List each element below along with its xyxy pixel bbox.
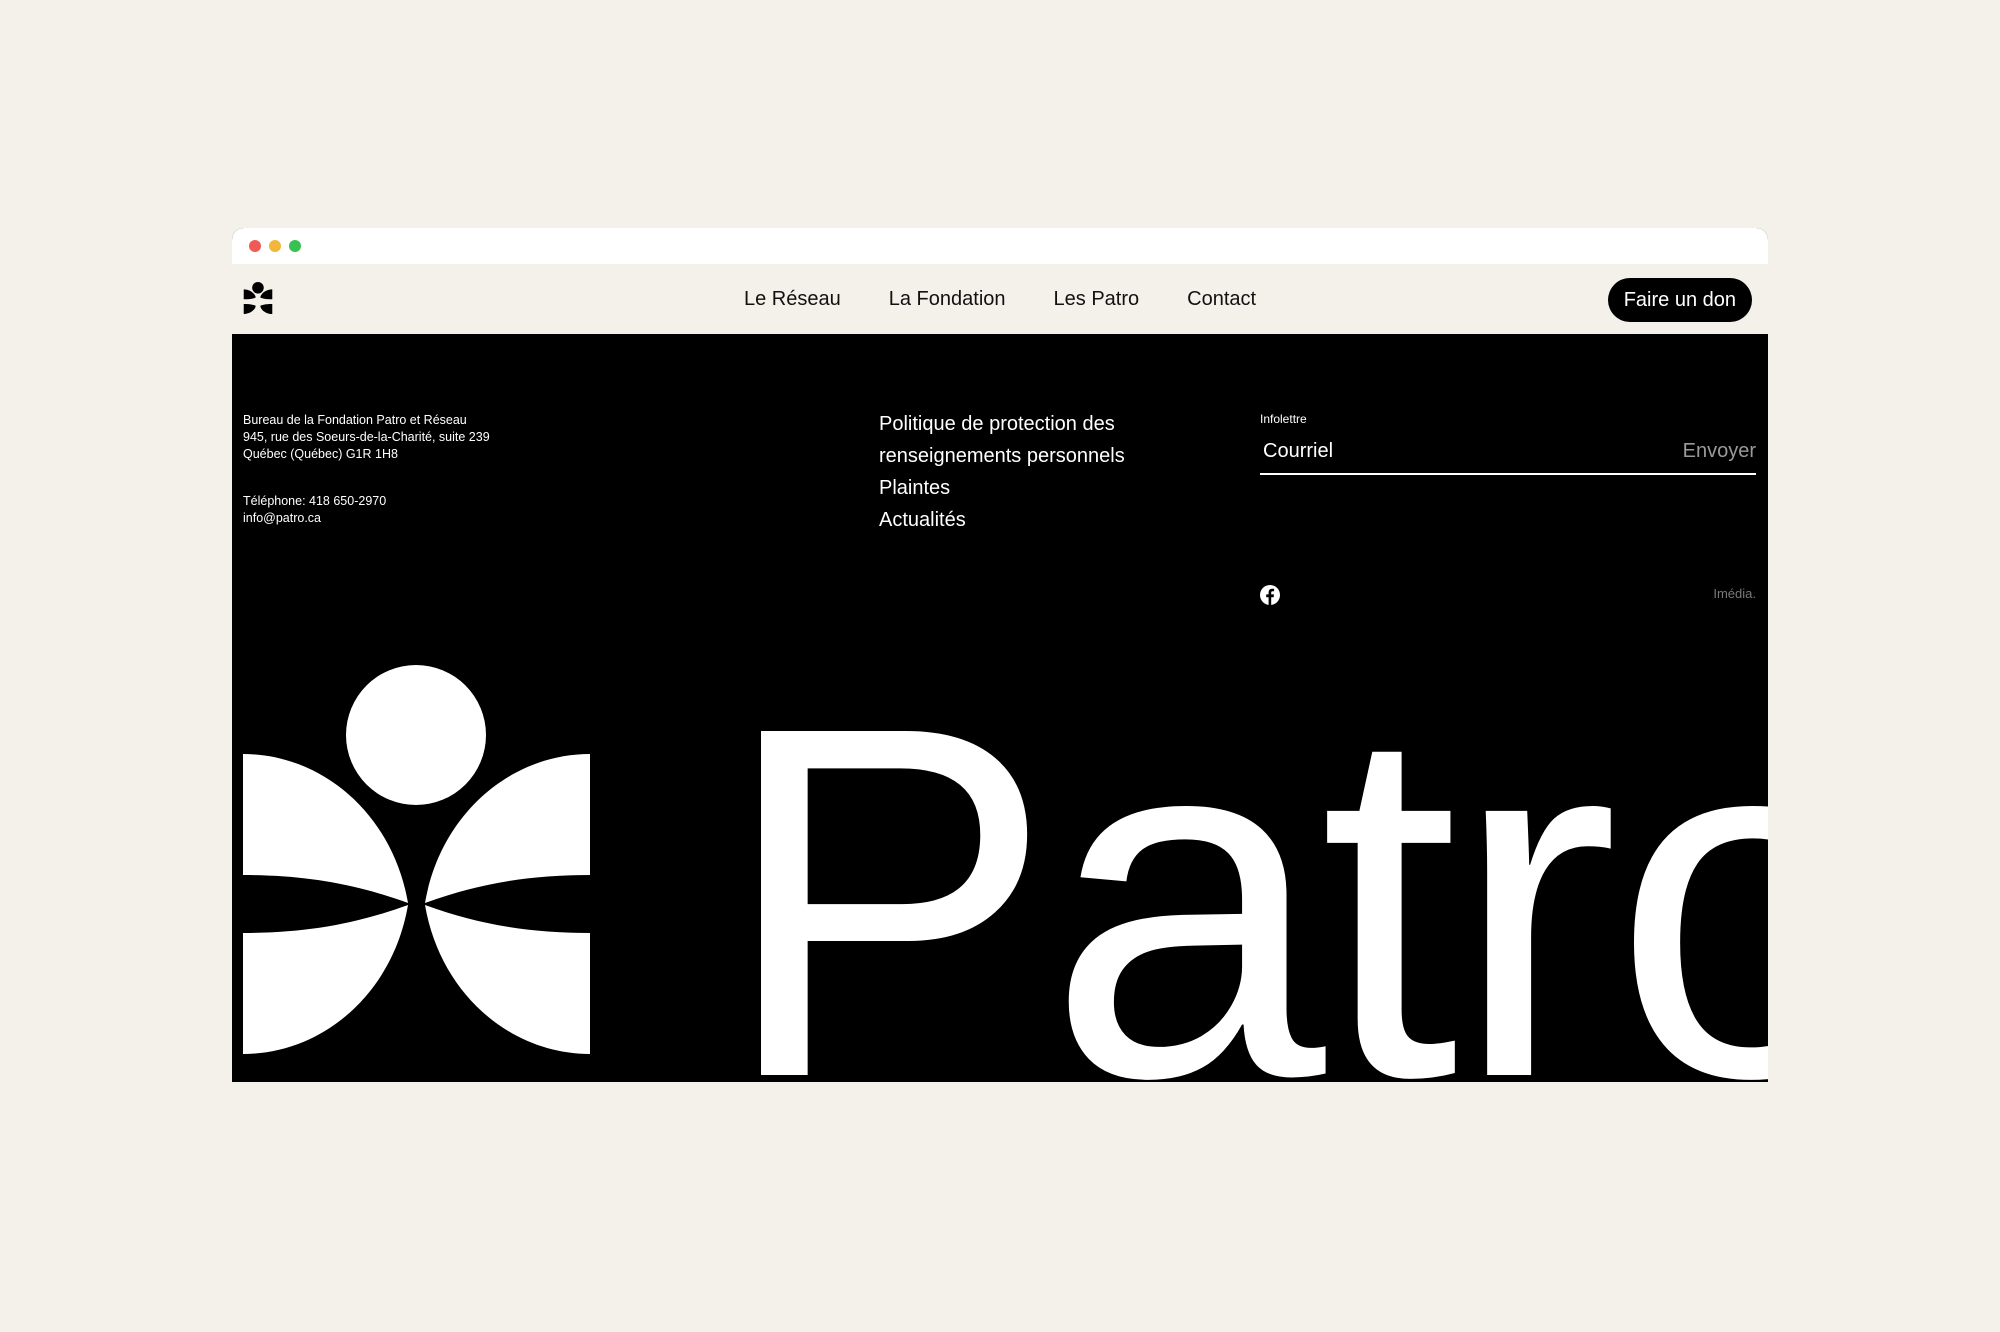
address-block: Bureau de la Fondation Patro et Réseau 9… bbox=[243, 412, 490, 527]
send-button[interactable]: Envoyer bbox=[1683, 440, 1756, 463]
contact-block: Téléphone: 418 650-2970 info@patro.ca bbox=[243, 493, 490, 527]
browser-window: Le Réseau La Fondation Les Patro Contact… bbox=[232, 228, 1768, 1082]
patro-logo-large-icon bbox=[243, 665, 590, 1054]
footer-links: Politique de protection des renseignemen… bbox=[879, 408, 1149, 536]
donate-button[interactable]: Faire un don bbox=[1607, 278, 1752, 322]
newsletter-label: Infolettre bbox=[1260, 412, 1307, 426]
complaints-link[interactable]: Plaintes bbox=[879, 472, 1149, 504]
agency-credit-link[interactable]: Imédia. bbox=[1713, 586, 1756, 601]
nav-link-le-reseau[interactable]: Le Réseau bbox=[744, 288, 841, 311]
nav-link-contact[interactable]: Contact bbox=[1187, 288, 1256, 311]
phone-number: Téléphone: 418 650-2970 bbox=[243, 494, 387, 508]
address-line: 945, rue des Soeurs-de-la-Charité, suite… bbox=[243, 430, 490, 444]
nav-link-les-patro[interactable]: Les Patro bbox=[1054, 288, 1140, 311]
main-navigation: Le Réseau La Fondation Les Patro Contact bbox=[744, 264, 1256, 334]
email-link[interactable]: info@patro.ca bbox=[243, 510, 490, 527]
email-input[interactable] bbox=[1260, 440, 1563, 463]
facebook-icon[interactable] bbox=[1260, 585, 1280, 605]
news-link[interactable]: Actualités bbox=[879, 504, 1149, 536]
window-titlebar bbox=[232, 228, 1768, 264]
site-footer: Bureau de la Fondation Patro et Réseau 9… bbox=[232, 334, 1768, 1082]
newsletter-row: Envoyer bbox=[1260, 440, 1756, 475]
address-line: Québec (Québec) G1R 1H8 bbox=[243, 447, 398, 461]
maximize-window-button[interactable] bbox=[289, 240, 301, 252]
minimize-window-button[interactable] bbox=[269, 240, 281, 252]
nav-link-la-fondation[interactable]: La Fondation bbox=[889, 288, 1006, 311]
address-line: Bureau de la Fondation Patro et Réseau bbox=[243, 413, 467, 427]
patro-logo-icon[interactable] bbox=[242, 282, 274, 314]
close-window-button[interactable] bbox=[249, 240, 261, 252]
privacy-policy-link[interactable]: Politique de protection des renseignemen… bbox=[879, 408, 1149, 472]
newsletter-form: Infolettre Envoyer bbox=[1260, 412, 1756, 475]
patro-wordmark: Patro bbox=[720, 622, 1768, 1083]
site-header: Le Réseau La Fondation Les Patro Contact… bbox=[232, 264, 1768, 334]
